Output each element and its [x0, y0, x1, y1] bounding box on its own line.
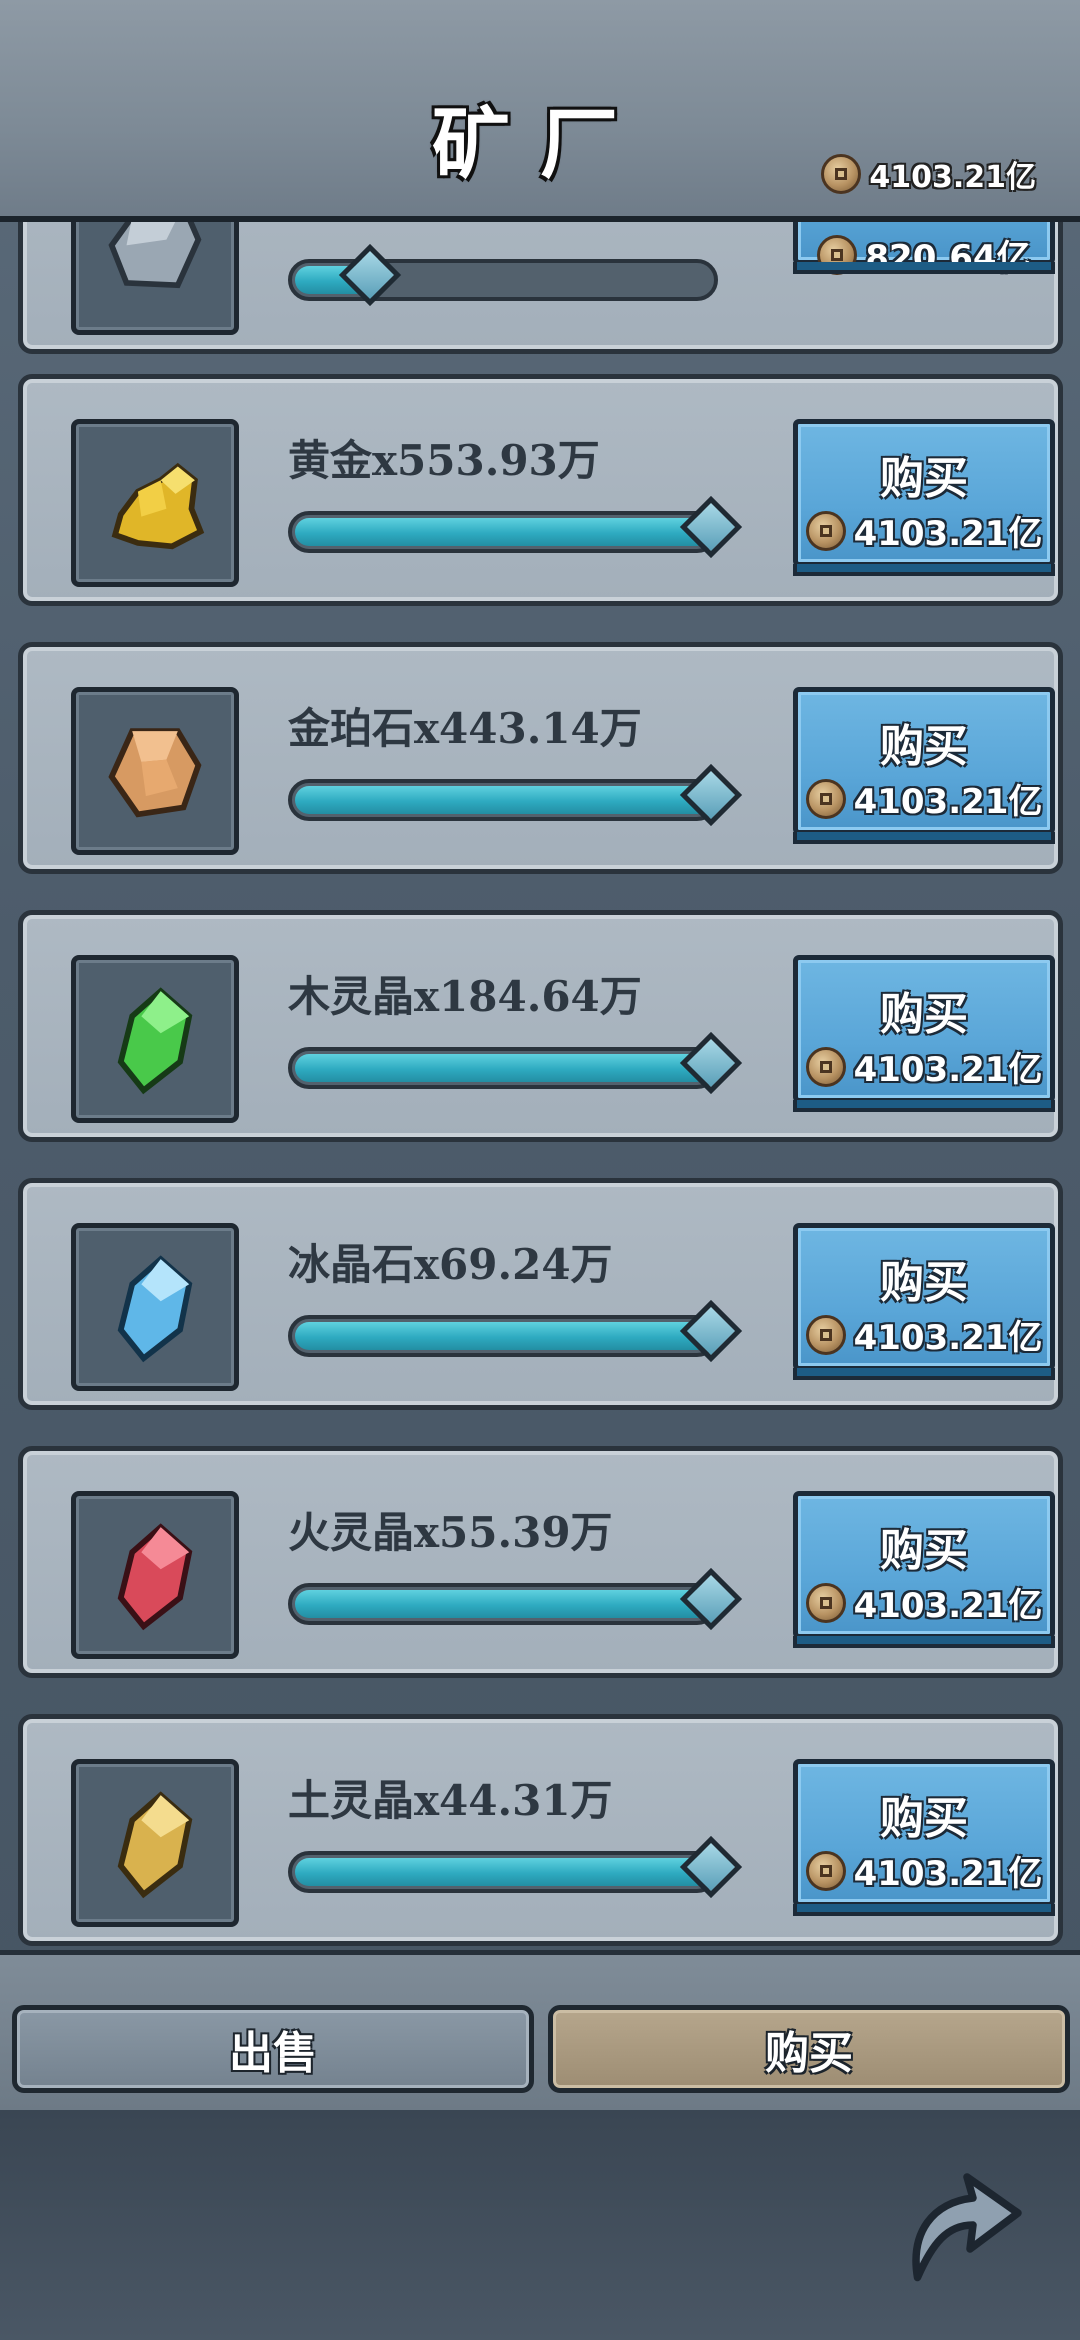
slider-handle[interactable] [679, 495, 743, 559]
buy-price: 4103.21亿 [798, 1578, 1050, 1627]
item-name: 土灵晶x44.31万 [288, 1776, 613, 1825]
slider-fill [295, 1054, 711, 1082]
slider-fill [295, 518, 711, 546]
slider-fill [295, 786, 711, 814]
buy-button[interactable]: 购买 4103.21亿 [793, 955, 1055, 1112]
item-name: 冰晶石x69.24万 [288, 1240, 613, 1289]
slider-fill [295, 1590, 711, 1618]
quantity-slider[interactable] [288, 763, 743, 827]
buy-button[interactable]: 购买 4103.21亿 [793, 687, 1055, 844]
copper-coin-icon [805, 778, 846, 819]
earth-crystal-icon [117, 1791, 193, 1899]
buy-button[interactable]: 购买 4103.21亿 [793, 1223, 1055, 1380]
slider-handle[interactable] [338, 243, 402, 307]
iron-ore-icon [108, 222, 202, 289]
buy-price: 4103.21亿 [798, 1042, 1050, 1091]
slider-fill [295, 1322, 711, 1350]
slider-handle[interactable] [679, 1299, 743, 1363]
quantity-slider[interactable] [288, 1031, 743, 1095]
buy-button[interactable]: 820.64亿 [793, 222, 1055, 278]
buy-price: 820.64亿 [798, 230, 1050, 279]
currency-display: 4103.21亿 [821, 152, 1036, 196]
copper-coin-icon [821, 154, 862, 194]
list-item: 火灵晶x55.39万 购买 4103.21亿 [18, 1446, 1063, 1678]
quantity-slider[interactable] [288, 1567, 743, 1631]
copper-coin-icon [805, 1850, 846, 1891]
header: 矿厂 4103.21亿 [0, 0, 1080, 222]
copper-coin-icon [805, 510, 846, 551]
item-icon-box [71, 1759, 239, 1927]
back-arrow-icon[interactable] [880, 2150, 1030, 2300]
item-name: 金珀石x443.14万 [288, 704, 642, 753]
slider-handle[interactable] [679, 1835, 743, 1899]
item-icon-box [71, 955, 239, 1123]
list-item: 木灵晶x184.64万 购买 4103.21亿 [18, 910, 1063, 1142]
slider-fill [295, 1858, 711, 1886]
item-icon-box [71, 687, 239, 855]
slider-handle[interactable] [679, 763, 743, 827]
tab-bar: 出售 购买 [0, 1950, 1080, 2110]
item-icon-box [71, 222, 239, 335]
fire-crystal-icon [117, 1523, 193, 1631]
tab-sell[interactable]: 出售 [12, 2005, 534, 2093]
slider-handle[interactable] [679, 1031, 743, 1095]
quantity-slider[interactable] [288, 243, 718, 307]
quantity-slider[interactable] [288, 1299, 743, 1363]
ice-crystal-icon [117, 1255, 193, 1363]
buy-button[interactable]: 购买 4103.21亿 [793, 419, 1055, 576]
gold-nugget-icon [111, 462, 205, 550]
copper-coin-icon [805, 1582, 846, 1623]
copper-coin-icon [805, 1046, 846, 1087]
list-item: 820.64亿 [18, 222, 1063, 354]
list-item: 土灵晶x44.31万 购买 4103.21亿 [18, 1714, 1063, 1946]
tab-buy[interactable]: 购买 [548, 2005, 1070, 2093]
item-name: 木灵晶x184.64万 [288, 972, 642, 1021]
quantity-slider[interactable] [288, 1835, 743, 1899]
wood-crystal-icon [117, 987, 193, 1095]
buy-price: 4103.21亿 [798, 1310, 1050, 1359]
item-icon-box [71, 419, 239, 587]
item-name: 黄金x553.93万 [288, 436, 600, 485]
list-item: 黄金x553.93万 购买 4103.21亿 [18, 374, 1063, 606]
list-item: 金珀石x443.14万 购买 4103.21亿 [18, 642, 1063, 874]
item-icon-box [71, 1223, 239, 1391]
buy-price: 4103.21亿 [798, 774, 1050, 823]
item-name: 火灵晶x55.39万 [288, 1508, 613, 1557]
quantity-slider[interactable] [288, 495, 743, 559]
item-icon-box [71, 1491, 239, 1659]
slider-handle[interactable] [679, 1567, 743, 1631]
currency-amount: 4103.21亿 [869, 160, 1036, 195]
copper-coin-icon [805, 1314, 846, 1355]
buy-button[interactable]: 购买 4103.21亿 [793, 1759, 1055, 1916]
buy-button[interactable]: 购买 4103.21亿 [793, 1491, 1055, 1648]
buy-price: 4103.21亿 [798, 506, 1050, 555]
amber-stone-icon [108, 728, 202, 818]
buy-price: 4103.21亿 [798, 1846, 1050, 1895]
mine-item-list[interactable]: 820.64亿 黄金x553.93万 购买 4103.21亿 金珀石x443.1… [0, 222, 1080, 1962]
copper-coin-icon [817, 234, 858, 275]
list-item: 冰晶石x69.24万 购买 4103.21亿 [18, 1178, 1063, 1410]
